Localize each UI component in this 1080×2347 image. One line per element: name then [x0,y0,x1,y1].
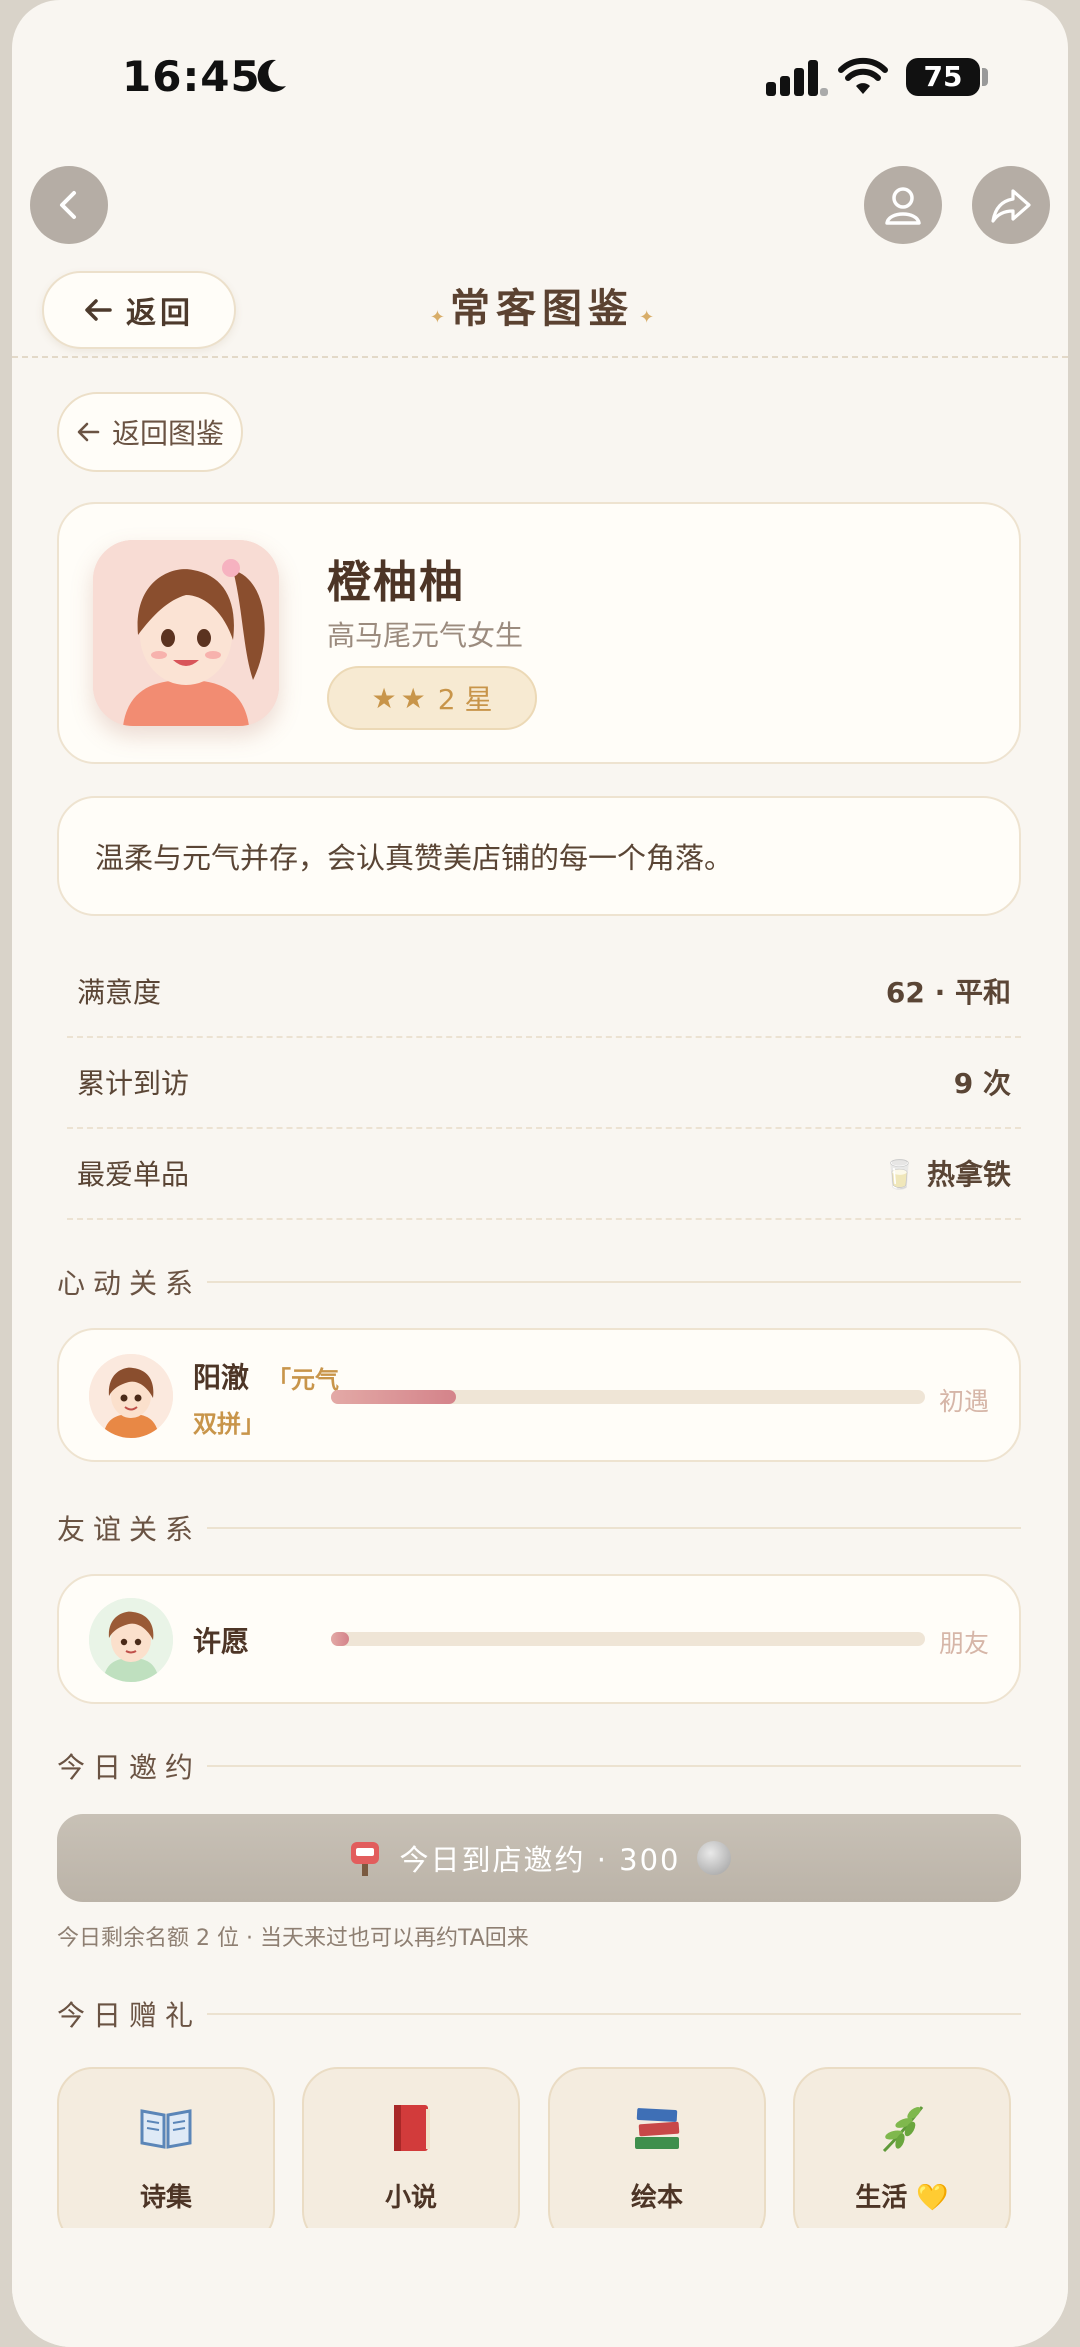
herb-icon [882,2106,924,2153]
battery-indicator: 75 [906,58,980,96]
status-bar: 16:45 75 [12,0,1068,150]
star-icon: ★★ [371,681,430,715]
header-divider [12,356,1068,358]
red-book-icon [394,2105,430,2151]
sparkle-icon: ✦ [639,307,655,328]
relation-progress-fill [331,1632,349,1646]
profile-card: 橙柚柚 高马尾元气女生 ★★ 2 星 [57,502,1021,764]
back-to-gallery-button[interactable]: 返回图鉴 [57,392,243,472]
section-title: 今日赠礼 [57,1999,202,2032]
description-text: 温柔与元气并存，会认真赞美店铺的每一个角落。 [95,841,734,875]
user-icon [885,187,921,225]
open-book-icon [140,2109,192,2149]
stat-row-satisfaction: 满意度 62 · 平和 [67,946,1021,1038]
invite-button[interactable]: 今日到店邀约 · 300 [57,1814,1021,1902]
relation-name: 许愿 [193,1625,250,1658]
section-title: 心动关系 [57,1267,202,1300]
gift-card-picture-book[interactable]: 绘本 心意 +1 [548,2067,766,2247]
section-gift-header: 今日赠礼 [57,1994,1021,2034]
relation-progress-track [331,1390,925,1404]
star-rating-badge: ★★ 2 星 [327,666,537,730]
relation-name: 阳澈 [193,1361,250,1394]
section-invite-header: 今日邀约 [57,1746,1021,1786]
section-title: 友谊关系 [57,1513,202,1546]
battery-tip [982,68,988,86]
section-friendship-header: 友谊关系 [57,1508,1021,1548]
gift-card-life[interactable]: 生活 💛 心意满满 [793,2067,1011,2247]
avatar [93,540,279,726]
nav-back-button[interactable] [30,166,108,244]
mailbox-icon [351,1842,380,1876]
section-title: 今日邀约 [57,1751,202,1784]
avatar [89,1354,173,1438]
stat-value: 62 · 平和 [885,976,1011,1009]
relation-tag: 「元气 [267,1366,339,1394]
section-divider [207,1765,1021,1767]
invite-note: 今日剩余名额 2 位 · 当天来过也可以再约TA回来 [57,1926,529,1951]
back-to-gallery-label: 返回图鉴 [111,417,224,450]
gift-label: 绘本 [630,2183,683,2213]
invite-button-label: 今日到店邀约 · 300 [399,1843,681,1877]
page-title-wrap: ✦ 常客图鉴 ✦ [412,276,672,334]
gift-label: 生活 💛 [855,2183,949,2213]
relation-level: 初遇 [938,1387,989,1416]
back-button[interactable]: 返回 [42,271,236,349]
stacked-books-icon [635,2108,680,2149]
arrow-left-icon [85,299,112,321]
stat-row-visits: 累计到访 9 次 [67,1037,1021,1129]
section-divider [207,1527,1021,1529]
boy-avatar-icon [89,1598,173,1682]
chevron-left-icon [60,191,76,219]
wifi-icon [838,57,888,94]
gift-card-poetry[interactable]: 诗集 心意 +1 [57,2067,275,2247]
avatar [89,1598,173,1682]
boy-avatar-icon [89,1354,173,1438]
section-romance-header: 心动关系 [57,1262,1021,1302]
stat-row-favorite: 最爱单品 🥛 热拿铁 [67,1128,1021,1220]
girl-avatar-icon [93,540,279,726]
profile-button[interactable] [864,166,942,244]
relation-progress-fill [331,1390,456,1404]
coin-icon [696,1841,731,1875]
status-time: 16:45 [122,52,261,101]
romance-relation-card[interactable]: 阳澈 「元气 双拼」 初遇 [57,1328,1021,1462]
page-title: 常客图鉴 [450,286,634,332]
moon-icon [257,59,286,92]
star-rating-text: 2 星 [437,683,493,716]
bottom-fade-area [12,2228,1068,2347]
sparkle-icon: ✦ [429,307,445,328]
friendship-relation-card[interactable]: 许愿 朋友 [57,1574,1021,1704]
customer-subtitle: 高马尾元气女生 [327,619,524,652]
description-card: 温柔与元气并存，会认真赞美店铺的每一个角落。 [57,796,1021,916]
signal-icon [766,60,828,96]
gift-label: 小说 [384,2183,437,2213]
arrow-left-icon [77,422,100,442]
share-arrow-icon [991,189,1031,223]
stat-value: 9 次 [953,1067,1011,1100]
share-button[interactable] [972,166,1050,244]
back-button-label: 返回 [126,296,194,331]
gift-card-novel[interactable]: 小说 心意 +1 [302,2067,520,2247]
app-screen: 16:45 75 返回 ✦ 常客图鉴 ✦ 返回图鉴 橙柚柚 高马尾元气女生 ★★… [12,0,1068,2347]
section-divider [207,1281,1021,1283]
customer-name: 橙柚柚 [327,557,465,608]
gift-label: 诗集 [139,2183,192,2213]
stat-label: 最爱单品 [77,1158,190,1191]
relation-level: 朋友 [938,1629,989,1658]
relation-tag: 双拼」 [193,1410,265,1438]
section-divider [207,2013,1021,2015]
stat-value: 🥛 热拿铁 [882,1158,1011,1191]
relation-progress-track [331,1632,925,1646]
stat-label: 累计到访 [77,1067,190,1100]
stat-label: 满意度 [77,976,162,1009]
